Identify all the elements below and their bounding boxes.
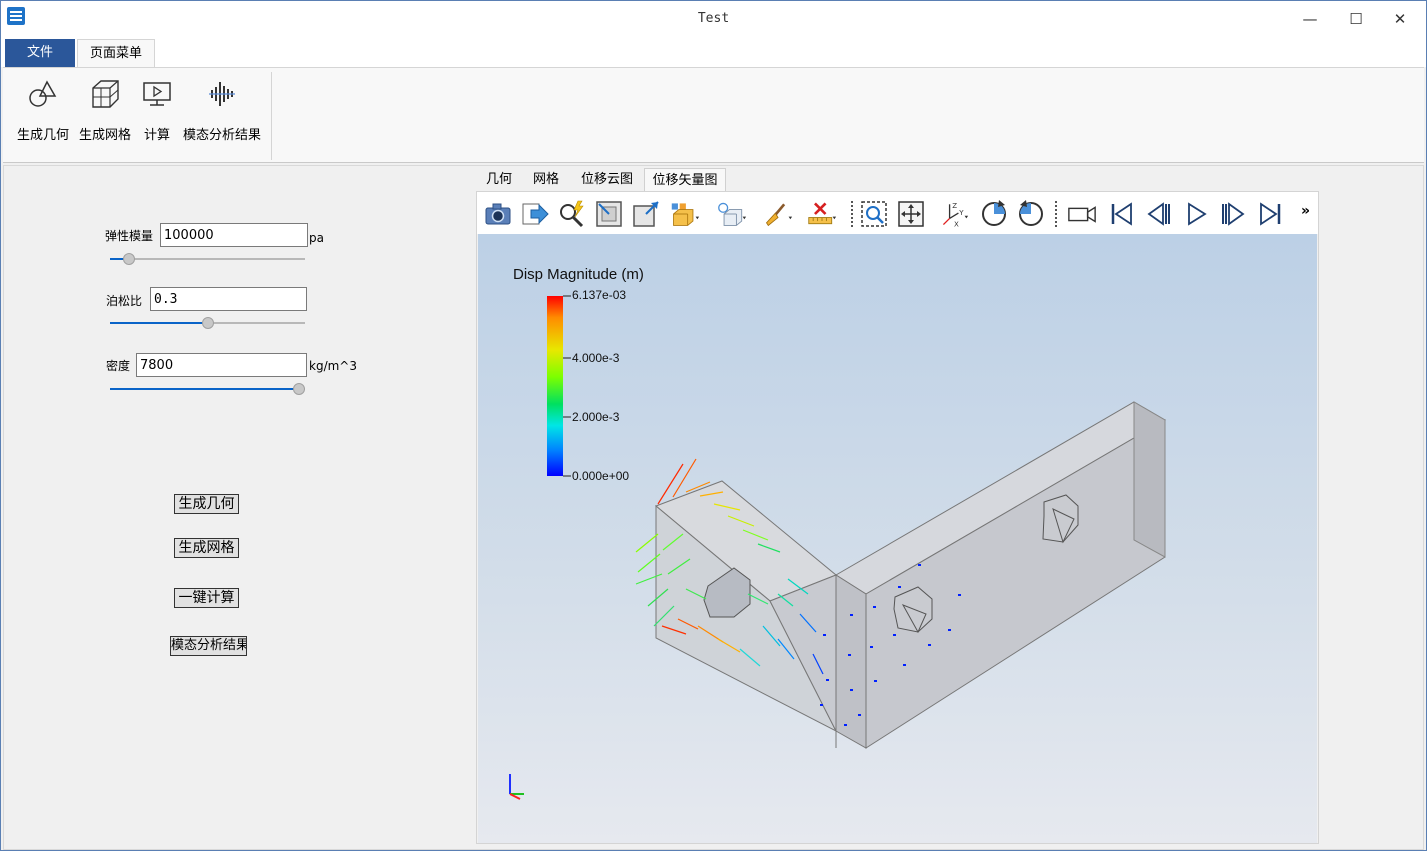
- first-frame-icon[interactable]: [1107, 199, 1137, 229]
- density-label: 密度: [106, 359, 131, 373]
- gen-mesh-button[interactable]: 生成网格: [174, 538, 239, 558]
- close-button[interactable]: ✕: [1377, 6, 1423, 32]
- axes-icon[interactable]: ZYX: [939, 199, 969, 229]
- mesh-icon: [75, 74, 135, 114]
- viewer-toolbar: ZYX »: [477, 192, 1318, 234]
- slider-handle[interactable]: [202, 317, 214, 329]
- elastic-modulus-unit: pa: [309, 231, 324, 245]
- geometry-icon: [13, 74, 73, 114]
- one-click-compute-button[interactable]: 一键计算: [174, 588, 239, 608]
- title-bar: Test — ☐ ✕: [1, 1, 1426, 37]
- ribbon-button-label: 计算: [143, 128, 170, 143]
- tab-page-menu[interactable]: 页面菜单: [77, 39, 155, 68]
- probe-icon[interactable]: [557, 199, 587, 229]
- svg-text:Z: Z: [952, 201, 957, 210]
- tab-geometry[interactable]: 几何: [478, 168, 520, 192]
- rotate-cw-icon[interactable]: [979, 199, 1009, 229]
- long-arm-front-face: [865, 419, 1166, 749]
- ribbon-group-divider: [271, 72, 272, 160]
- ruler-clear-icon[interactable]: [807, 199, 837, 229]
- video-camera-icon[interactable]: [1067, 199, 1097, 229]
- 3d-render-canvas[interactable]: Disp Magnitude (m) 6.137e-03 4.000e-3 2.…: [478, 234, 1317, 843]
- long-arm-end-face: [1133, 401, 1166, 558]
- camera-icon[interactable]: [483, 199, 513, 229]
- ribbon-button-label: 生成几何: [16, 128, 69, 143]
- clean-brush-icon[interactable]: [763, 199, 793, 229]
- rotate-ccw-icon[interactable]: [1016, 199, 1046, 229]
- ribbon-tabs: 文件 页面菜单: [1, 37, 1426, 68]
- ribbon-compute-button[interactable]: 计算: [137, 74, 177, 143]
- main-area: 弹性模量 pa 泊松比 密度 kg/m^3 生成几何 生成网格 一键计算 模态分…: [3, 165, 1424, 850]
- prev-frame-icon[interactable]: [1144, 199, 1174, 229]
- svg-text:Y: Y: [958, 208, 964, 217]
- last-frame-icon[interactable]: [1255, 199, 1285, 229]
- gen-geometry-button[interactable]: 生成几何: [174, 494, 239, 514]
- density-unit: kg/m^3: [309, 359, 357, 373]
- ribbon-button-label: 模态分析结果: [182, 128, 261, 143]
- maximize-button[interactable]: ☐: [1333, 6, 1379, 32]
- modal-result-icon: [179, 74, 265, 114]
- slider-fill: [110, 322, 208, 324]
- tab-displacement-contour[interactable]: 位移云图: [574, 168, 640, 192]
- ribbon-panel: 生成几何 生成网格 计算 模态分析结果: [3, 67, 1424, 163]
- elastic-modulus-slider[interactable]: [110, 253, 305, 265]
- density-input[interactable]: [136, 353, 307, 377]
- svg-text:X: X: [954, 219, 959, 228]
- pan-icon[interactable]: [896, 199, 926, 229]
- tab-displacement-vector[interactable]: 位移矢量图: [644, 168, 726, 192]
- zoom-select-icon[interactable]: [859, 199, 889, 229]
- zoom-box-icon[interactable]: [594, 199, 624, 229]
- display-mode-icon[interactable]: [670, 199, 700, 229]
- toolbar-separator: [851, 201, 853, 227]
- poisson-ratio-input[interactable]: [150, 287, 307, 311]
- viewer-panel: ZYX » Disp Magnitude (m) 6.137e-03 4.000…: [476, 191, 1319, 844]
- l-bracket-model: [635, 401, 1166, 749]
- slider-handle[interactable]: [123, 253, 135, 265]
- modal-result-button[interactable]: 模态分析结果: [170, 636, 247, 656]
- ribbon-modal-result-button[interactable]: 模态分析结果: [179, 74, 265, 143]
- fit-view-icon[interactable]: [631, 199, 661, 229]
- tab-file[interactable]: 文件: [5, 39, 75, 68]
- tab-mesh[interactable]: 网格: [526, 168, 566, 192]
- ribbon-button-label: 生成网格: [78, 128, 131, 143]
- toolbar-separator: [1055, 201, 1057, 227]
- compute-icon: [137, 74, 177, 114]
- slider-fill: [110, 388, 299, 390]
- app-window: Test — ☐ ✕ 文件 页面菜单 生成几何 生成网格 计算 模态分析结果 弹…: [0, 0, 1427, 851]
- elastic-modulus-label: 弹性模量: [105, 229, 154, 243]
- ribbon-gen-mesh-button[interactable]: 生成网格: [75, 74, 135, 143]
- slider-handle[interactable]: [293, 383, 305, 395]
- orientation-axes-icon: [509, 774, 524, 800]
- poisson-ratio-label: 泊松比: [106, 294, 143, 308]
- play-icon[interactable]: [1181, 199, 1211, 229]
- slider-track: [110, 258, 305, 260]
- next-frame-icon[interactable]: [1218, 199, 1248, 229]
- elastic-modulus-input[interactable]: [160, 223, 308, 247]
- minimize-button[interactable]: —: [1287, 6, 1333, 32]
- export-icon[interactable]: [520, 199, 550, 229]
- density-slider[interactable]: [110, 383, 305, 395]
- window-title: Test: [697, 11, 730, 26]
- ribbon-gen-geometry-button[interactable]: 生成几何: [13, 74, 73, 143]
- poisson-ratio-slider[interactable]: [110, 317, 305, 329]
- toolbar-overflow-button[interactable]: »: [1301, 203, 1310, 219]
- light-icon[interactable]: [717, 199, 747, 229]
